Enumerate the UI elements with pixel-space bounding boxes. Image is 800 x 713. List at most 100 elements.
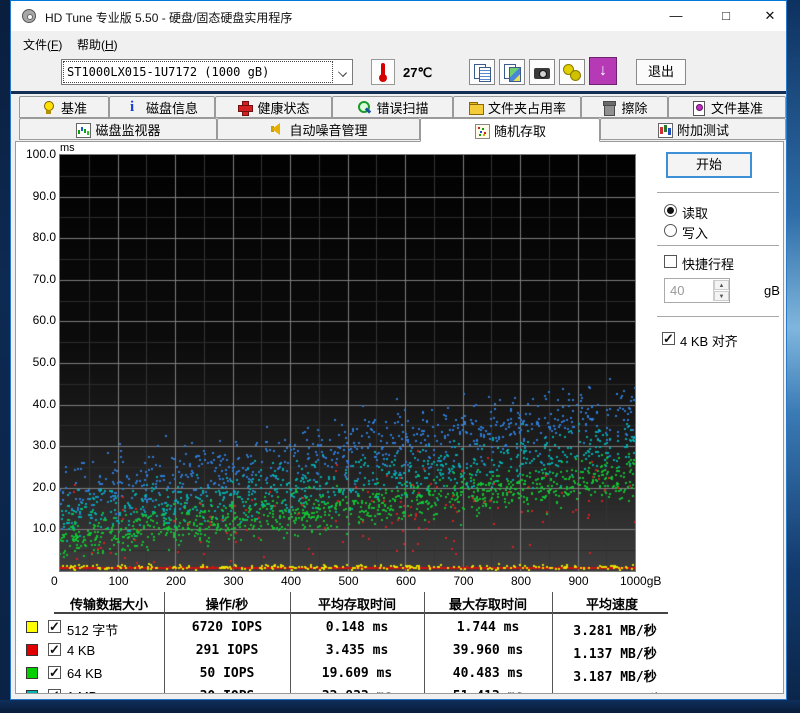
y-tick-label: 70.0 [32,271,56,286]
separator [657,192,779,193]
tab-error-scan[interactable]: 错误扫描 [332,96,453,118]
tab-label: 错误扫描 [376,100,429,116]
write-radio-label: 写入 [682,226,709,241]
col-header-transfer-size: 传输数据大小 [69,597,148,612]
series-64kb-checkbox[interactable] [48,665,61,681]
title-bar[interactable]: HD Tune 专业版 5.50 - 硬盘/固态硬盘实用程序 — □ ✕ [11,1,786,31]
x-tick-label: 100 [108,574,129,588]
window-title: HD Tune 专业版 5.50 - 硬盘/固态硬盘实用程序 [45,11,293,25]
short-stroke-unit: gB [764,283,780,298]
spinner-up-icon[interactable]: ▲ [714,280,729,290]
menu-bar: 文件(F) 帮助(H) [11,31,786,53]
tab-disk-info[interactable]: 磁盘信息 [109,96,215,118]
tab-label: 健康状态 [257,100,310,116]
tab-label: 随机存取 [493,123,546,139]
magnifier-icon [356,100,371,115]
y-tick-label: 20.0 [32,479,56,494]
series-1mb-checkbox[interactable] [48,688,61,693]
x-tick-label: 0 [51,574,58,588]
series-color-swatch [26,621,38,633]
drive-select-dropdown[interactable]: ST1000LX015-1U7172 (1000 gB) [61,59,353,85]
menu-file[interactable]: 文件(F) [19,34,66,55]
menu-help-text: 帮助( [77,38,105,52]
y-tick-label: 80.0 [32,230,56,245]
menu-file-text: 文件( [23,38,51,52]
align-checkbox-label: 4 KB 对齐 [680,334,738,349]
max-cell: 1.744 ms [456,620,520,635]
max-cell: 40.483 ms [452,666,524,681]
menu-file-text2: ) [58,38,63,52]
tab-random-access[interactable]: 随机存取 [420,118,600,142]
short-stroke-checkbox[interactable] [664,255,677,268]
y-tick-label: 50.0 [32,355,56,369]
x-tick-label: 800 [511,574,532,588]
avg-cell: 19.609 ms [321,666,393,681]
copy-text-button[interactable] [469,59,495,85]
tab-label: 擦除 [621,100,648,116]
random-access-panel: ms 100.0 90.0 80.0 70.0 60.0 50.0 40.0 30.0 20.0… [15,141,784,694]
x-tick-label: 600 [396,574,417,588]
write-radio[interactable] [664,224,677,237]
y-tick-label: 30.0 [32,438,56,453]
col-header-ops: 操作/秒 [205,597,249,612]
exit-button[interactable]: 退出 [636,59,686,85]
folder-icon [468,100,484,115]
series-label: 512 字节 [67,623,119,638]
series-label: 1 MB [67,689,97,693]
series-4kb-checkbox[interactable] [48,642,61,658]
series-label: 64 KB [67,666,103,681]
tab-disk-monitor[interactable]: 磁盘监视器 [19,118,217,140]
col-header-max-access: 最大存取时间 [448,597,527,612]
tab-erase[interactable]: 擦除 [581,96,668,118]
x-tick-label: 700 [453,574,474,588]
avg-cell: 3.435 ms [325,643,389,658]
table-header-rule [54,612,668,614]
max-cell: 39.960 ms [452,643,524,658]
series-color-swatch [26,644,38,656]
chevron-down-icon [338,68,347,77]
separator [657,245,779,246]
temperature-button[interactable] [371,59,395,85]
x-tick-label: 400 [281,574,302,588]
save-results-button[interactable]: ↓ [589,57,617,85]
start-button[interactable]: 开始 [666,152,752,178]
tab-label: 磁盘信息 [145,100,198,116]
minimize-button[interactable]: — [659,1,693,31]
speed-cell: 1.137 MB/秒 [573,647,657,662]
y-axis-unit: ms [60,142,75,154]
read-radio[interactable] [664,204,677,217]
close-button[interactable]: ✕ [753,1,787,31]
read-radio-label: 读取 [682,206,709,221]
toolbar: ST1000LX015-1U7172 (1000 gB) 27℃ ↓ 退出 [11,53,786,91]
y-tick-label: 40.0 [32,396,56,411]
speaker-icon [269,122,284,137]
tab-auto-acoustic[interactable]: 自动噪音管理 [217,118,420,140]
thermometer-bulb-icon [379,74,387,82]
align-checkbox[interactable] [662,331,675,347]
temperature-value: 27℃ [403,65,433,80]
menu-help[interactable]: 帮助(H) [73,34,122,55]
tab-extra-tests[interactable]: 附加测试 [600,118,786,140]
copy-image-button[interactable] [499,59,525,85]
trash-icon [601,100,617,116]
y-tick-label: 100.0 [25,147,56,161]
bulb-icon [41,100,56,115]
tab-file-benchmark[interactable]: 文件基准 [668,96,786,118]
options-button[interactable] [559,59,585,85]
desktop-background-bottom [0,700,800,713]
scatter-icon [474,123,490,139]
maximize-button[interactable]: □ [709,1,743,31]
screenshot-button[interactable] [529,59,555,85]
short-stroke-label: 快捷行程 [682,257,735,272]
tab-health[interactable]: 健康状态 [215,96,332,118]
tab-benchmark[interactable]: 基准 [19,96,109,118]
spinner-buttons: ▲ ▼ [713,280,729,301]
short-stroke-spinner[interactable]: 40 ▲ ▼ [664,278,730,303]
series-color-swatch [26,667,38,679]
series-512b-checkbox[interactable] [48,619,61,635]
tab-label: 磁盘监视器 [95,122,161,138]
tab-folder-usage[interactable]: 文件夹占用率 [453,96,581,118]
health-cross-icon [237,100,254,116]
spinner-down-icon[interactable]: ▼ [714,291,729,301]
menu-help-key: H [105,38,114,52]
